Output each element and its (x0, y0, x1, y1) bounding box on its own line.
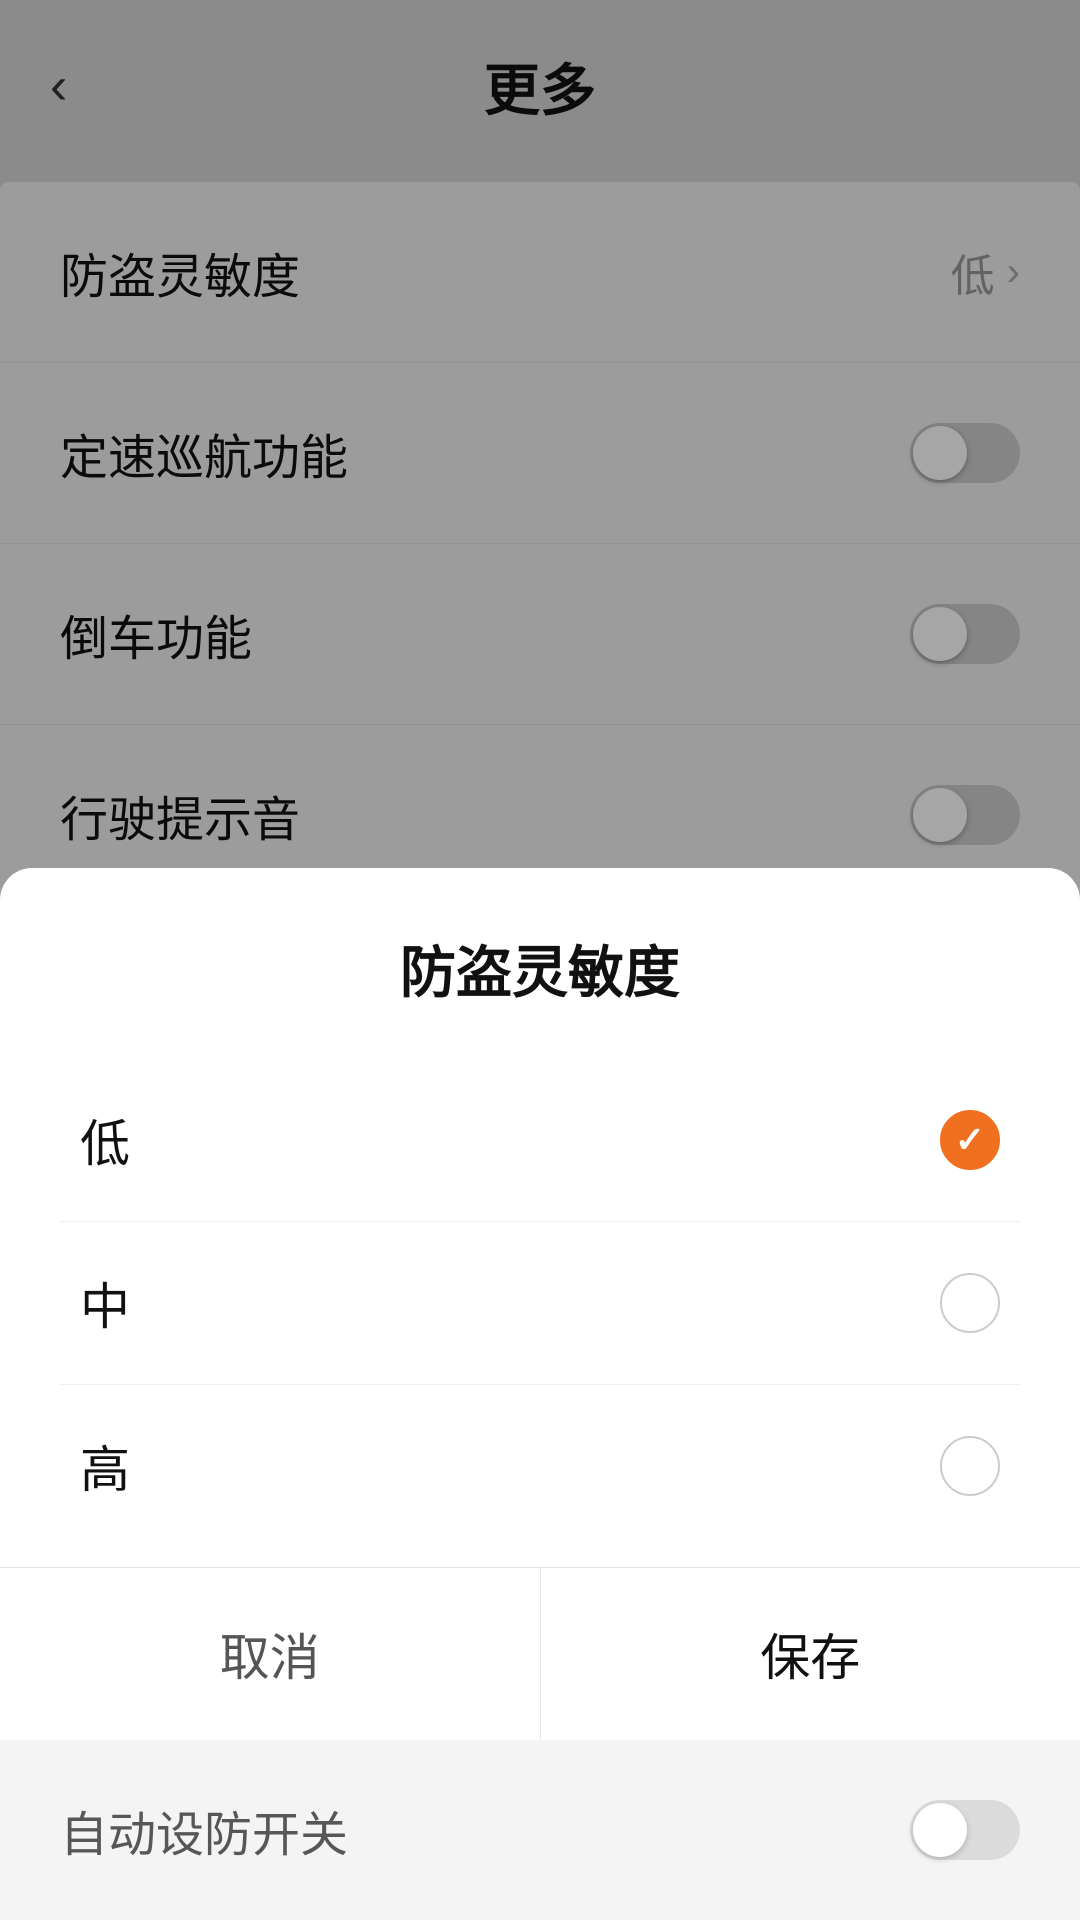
dialog-overlay[interactable]: 防盗灵敏度 低 中 高 取消 保存 自动设防开关 (0, 0, 1080, 1920)
dialog-title: 防盗灵敏度 (60, 928, 1020, 1009)
sensitivity-dialog: 防盗灵敏度 低 中 高 取消 保存 自动设防开关 (0, 868, 1080, 1920)
auto-lock-label: 自动设防开关 (60, 1795, 348, 1865)
dialog-body: 防盗灵敏度 低 中 高 (0, 868, 1080, 1567)
option-medium[interactable]: 中 (60, 1222, 1020, 1385)
option-low-label: 低 (80, 1104, 130, 1176)
cancel-button[interactable]: 取消 (0, 1568, 541, 1740)
save-button[interactable]: 保存 (541, 1568, 1080, 1740)
auto-lock-toggle[interactable] (910, 1800, 1020, 1860)
dialog-actions: 取消 保存 (0, 1567, 1080, 1740)
option-high-label: 高 (80, 1430, 130, 1502)
option-medium-radio[interactable] (940, 1273, 1000, 1333)
option-low[interactable]: 低 (60, 1059, 1020, 1222)
auto-lock-row: 自动设防开关 (0, 1740, 1080, 1920)
option-medium-label: 中 (80, 1267, 130, 1339)
option-high-radio[interactable] (940, 1436, 1000, 1496)
option-low-radio[interactable] (940, 1110, 1000, 1170)
option-high[interactable]: 高 (60, 1385, 1020, 1547)
